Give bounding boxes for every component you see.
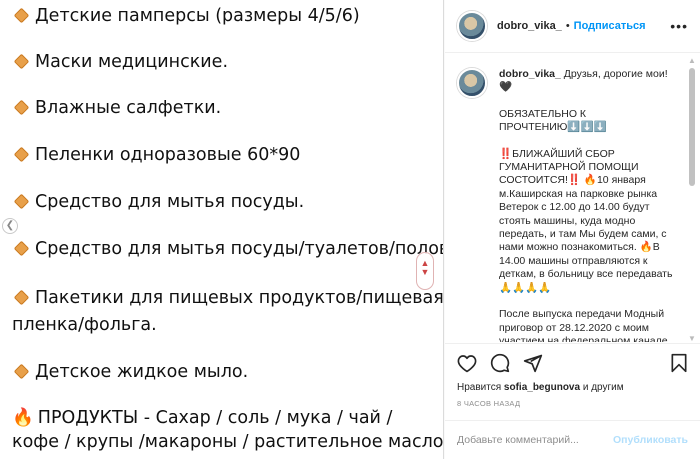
post-header: dobro_vika_ • Подписаться ••• [445,0,700,53]
photo-line-text: Влажные салфетки. [35,98,222,118]
photo-line-text: кофе / крупы /макароны / растительное ма… [12,432,444,452]
photo-line: 🔥 ПРОДУКТЫ - Сахар / соль / мука / чай / [12,406,392,430]
photo-line-text: Средство для мытья посуды. [35,192,305,212]
photo-line-text: Средство для мытья посуды/туалетов/полов [35,239,444,259]
photo-line: Пакетики для пищевых продуктов/пищевая [12,286,444,310]
caption-area[interactable]: dobro_vika_ Друзья, дорогие мои!🖤 ОБЯЗАТ… [445,54,700,342]
publish-button[interactable]: Опубликовать [613,434,688,446]
heart-icon[interactable] [457,354,477,373]
photo-line: кофе / крупы /макароны / растительное ма… [12,430,444,454]
photo-line: Влажные салфетки. [12,96,221,120]
likes-prefix: Нравится [457,382,502,393]
photo-line-text: ПРОДУКТЫ - Сахар / соль / мука / чай / [37,408,393,428]
scroll-down-icon[interactable]: ▼ [688,334,696,342]
bookmark-icon[interactable] [670,353,688,373]
scroll-up-icon[interactable]: ▲ [688,56,696,65]
chevron-left-icon[interactable]: ❮ [2,218,18,234]
caption-block-2: ‼️БЛИЖАЙШИЙ СБОР ГУМАНИТАРНОЙ ПОМОЩИ СОС… [499,147,673,294]
diamond-bullet-icon [13,53,30,69]
post-actions: Нравится sofia_begunova и другим 8 ЧАСОВ… [445,343,700,408]
diamond-bullet-icon [13,7,30,23]
separator-dot: • [565,20,570,32]
likes-line: Нравится sofia_begunova и другим [457,382,688,393]
post-image[interactable]: Детские памперсы (размеры 4/5/6) Маски ме… [0,0,444,459]
chevron-up-down-icon[interactable]: ▲ ▼ [416,252,434,290]
post-side-panel: dobro_vika_ • Подписаться ••• dobro_vika… [445,0,700,459]
photo-line-text: Детские памперсы (размеры 4/5/6) [35,6,360,26]
caption-text: dobro_vika_ Друзья, дорогие мои!🖤 ОБЯЗАТ… [499,68,674,342]
post-timestamp[interactable]: 8 ЧАСОВ НАЗАД [457,399,688,408]
diamond-bullet-icon [13,240,30,256]
avatar[interactable] [457,11,487,41]
caption-avatar[interactable] [457,68,487,98]
comment-input[interactable] [457,434,614,446]
caption-block-3: После выпуска передачи Модный приговор о… [499,308,668,342]
photo-line: Детские памперсы (размеры 4/5/6) [12,4,360,28]
caption-username[interactable]: dobro_vika_ [499,68,561,80]
diamond-bullet-icon [13,363,30,379]
comment-icon[interactable] [490,353,510,373]
photo-line-text: Маски медицинские. [35,52,229,72]
share-icon[interactable] [523,353,543,373]
diamond-bullet-icon [13,289,30,305]
photo-line: Маски медицинские. [12,50,228,74]
diamond-bullet-icon [13,146,30,162]
photo-line-text: пленка/фольга. [12,315,157,335]
diamond-bullet-icon [13,99,30,115]
photo-line: Детское жидкое мыло. [12,360,248,384]
photo-line: Средство для мытья посуды. [12,190,304,214]
likes-suffix[interactable]: и другим [583,382,624,393]
photo-line: Пеленки одноразовые 60*90 [12,143,300,167]
likes-user[interactable]: sofia_begunova [504,382,580,393]
caption-block-1: ОБЯЗАТЕЛЬНО К ПРОЧТЕНИЮ⬇️⬇️⬇️ [499,107,607,134]
photo-line-text: Детское жидкое мыло. [35,362,249,382]
more-horizontal-icon[interactable]: ••• [670,18,688,34]
photo-line-text: Пакетики для пищевых продуктов/пищевая [35,288,444,308]
header-username[interactable]: dobro_vika_ [497,20,562,32]
follow-button[interactable]: Подписаться [574,20,646,32]
photo-line-text: Пеленки одноразовые 60*90 [35,145,301,165]
photo-line: Средство для мытья посуды/туалетов/полов [12,237,444,261]
comment-bar: Опубликовать [445,420,700,459]
caption-scrollbar[interactable] [689,68,695,186]
fire-icon: 🔥 [12,408,34,428]
diamond-bullet-icon [13,193,30,209]
photo-line: пленка/фольга. [12,313,157,337]
